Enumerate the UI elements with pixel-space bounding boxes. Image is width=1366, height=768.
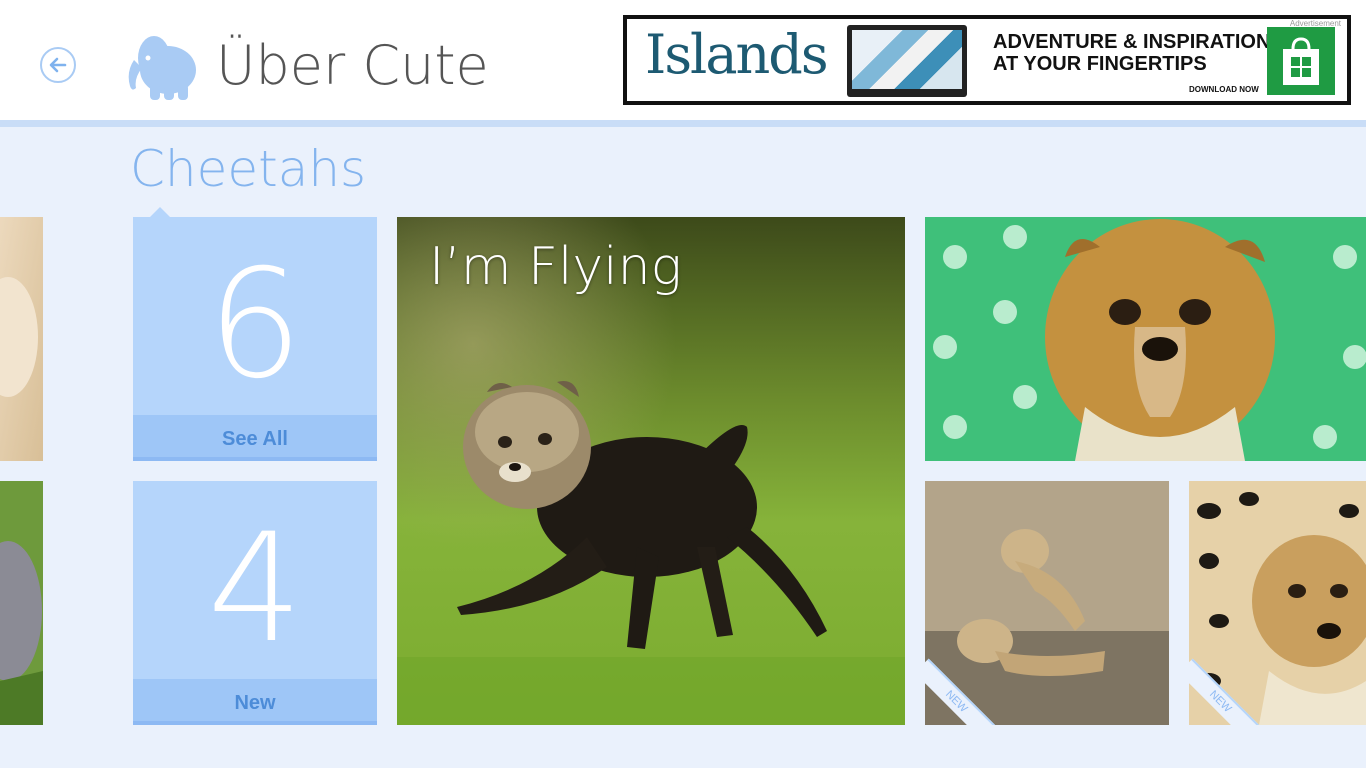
elephant-logo-icon xyxy=(124,28,202,108)
app-title: Über Cute xyxy=(216,34,489,97)
new-bar-edge xyxy=(133,721,377,725)
ad-tagline: ADVENTURE & INSPIRATION AT YOUR FINGERTI… xyxy=(993,31,1271,75)
section-pointer xyxy=(150,207,170,217)
see-all-label: See All xyxy=(222,428,288,450)
cheetah-cub-face-image xyxy=(925,217,1366,461)
see-all-bar-edge xyxy=(133,457,377,461)
back-button[interactable] xyxy=(40,47,76,83)
photo-tile-partial-bottom[interactable] xyxy=(0,481,43,725)
section-title[interactable]: Cheetahs xyxy=(130,140,366,198)
see-all-tile[interactable]: 6 See All xyxy=(133,217,377,461)
header-divider xyxy=(0,120,1366,127)
featured-photo-tile[interactable]: I’m Flying xyxy=(397,217,905,725)
new-tile[interactable]: 4 New xyxy=(133,481,377,725)
photo-tile-partial-top[interactable] xyxy=(0,217,43,461)
new-label: New xyxy=(234,692,276,714)
photo-tile-cubs-playing[interactable]: NEW xyxy=(925,481,1169,725)
ad-download-link[interactable]: DOWNLOAD NOW xyxy=(1189,85,1259,94)
featured-photo-caption: I’m Flying xyxy=(429,237,682,297)
advertisement-banner[interactable]: Advertisement Islands ADVENTURE & INSPIR… xyxy=(623,15,1351,105)
photo-tile-cub-resting[interactable]: NEW xyxy=(1189,481,1366,725)
ad-brand-name: Islands xyxy=(645,23,829,86)
new-count: 4 xyxy=(207,502,303,676)
cheetah-cubs-playing-image xyxy=(925,481,1169,725)
photo-tile-cub-closeup[interactable] xyxy=(925,217,1366,461)
windows-store-icon xyxy=(1267,27,1335,95)
total-count: 6 xyxy=(207,238,303,412)
ad-tablet-image xyxy=(847,25,967,97)
